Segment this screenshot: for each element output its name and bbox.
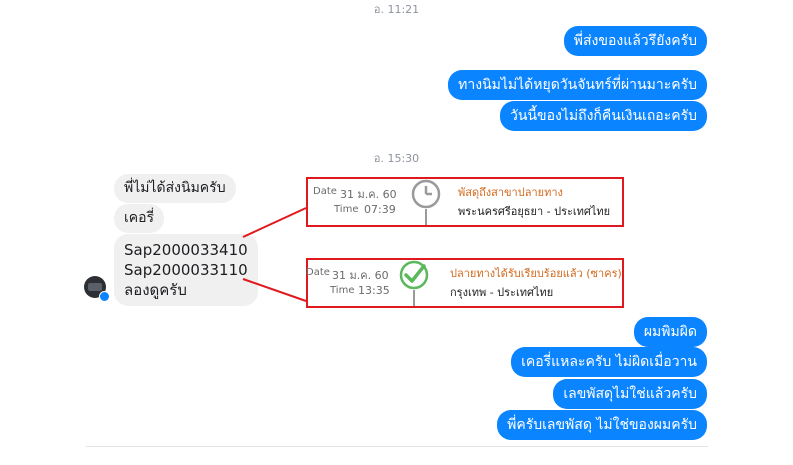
- date-label: Date: [313, 186, 337, 197]
- tracking-location: กรุงเทพ - ประเทศไทย: [450, 286, 554, 299]
- date-label: Date: [306, 267, 330, 278]
- check-circle-icon: [399, 260, 429, 306]
- date-value: 31 ม.ค. 60: [340, 188, 397, 201]
- tracking-status: พัสดุถึงสาขาปลายทาง: [458, 186, 563, 199]
- time-label: Time: [334, 204, 359, 215]
- tracking-card: Date 31 ม.ค. 60 Time 07:39 พัสดุถึงสาขาป…: [306, 177, 624, 227]
- date-value: 31 ม.ค. 60: [332, 269, 389, 282]
- tracking-status: ปลายทางได้รับเรียบร้อยแล้ว (ซาคร): [450, 267, 622, 280]
- time-value: 07:39: [364, 203, 396, 216]
- tracking-card: Date 31 ม.ค. 60 Time 13:35 ปลายทางได้รับ…: [306, 258, 624, 308]
- divider: [86, 446, 708, 447]
- clock-icon: [411, 179, 441, 225]
- tracking-location: พระนครศรีอยุธยา - ประเทศไทย: [458, 205, 611, 218]
- outgoing-message[interactable]: ผมพิมผิด: [633, 317, 707, 347]
- outgoing-message[interactable]: เคอรี่แหละครับ ไม่ผิดเมื่อวาน: [511, 347, 707, 377]
- time-value: 13:35: [358, 284, 390, 297]
- outgoing-message[interactable]: เลขพัสดุไม่ใช่แล้วครับ: [553, 379, 707, 409]
- outgoing-message[interactable]: พี่ครับเลขพัสดุ ไม่ใช่ของผมครับ: [497, 410, 707, 440]
- time-label: Time: [330, 285, 355, 296]
